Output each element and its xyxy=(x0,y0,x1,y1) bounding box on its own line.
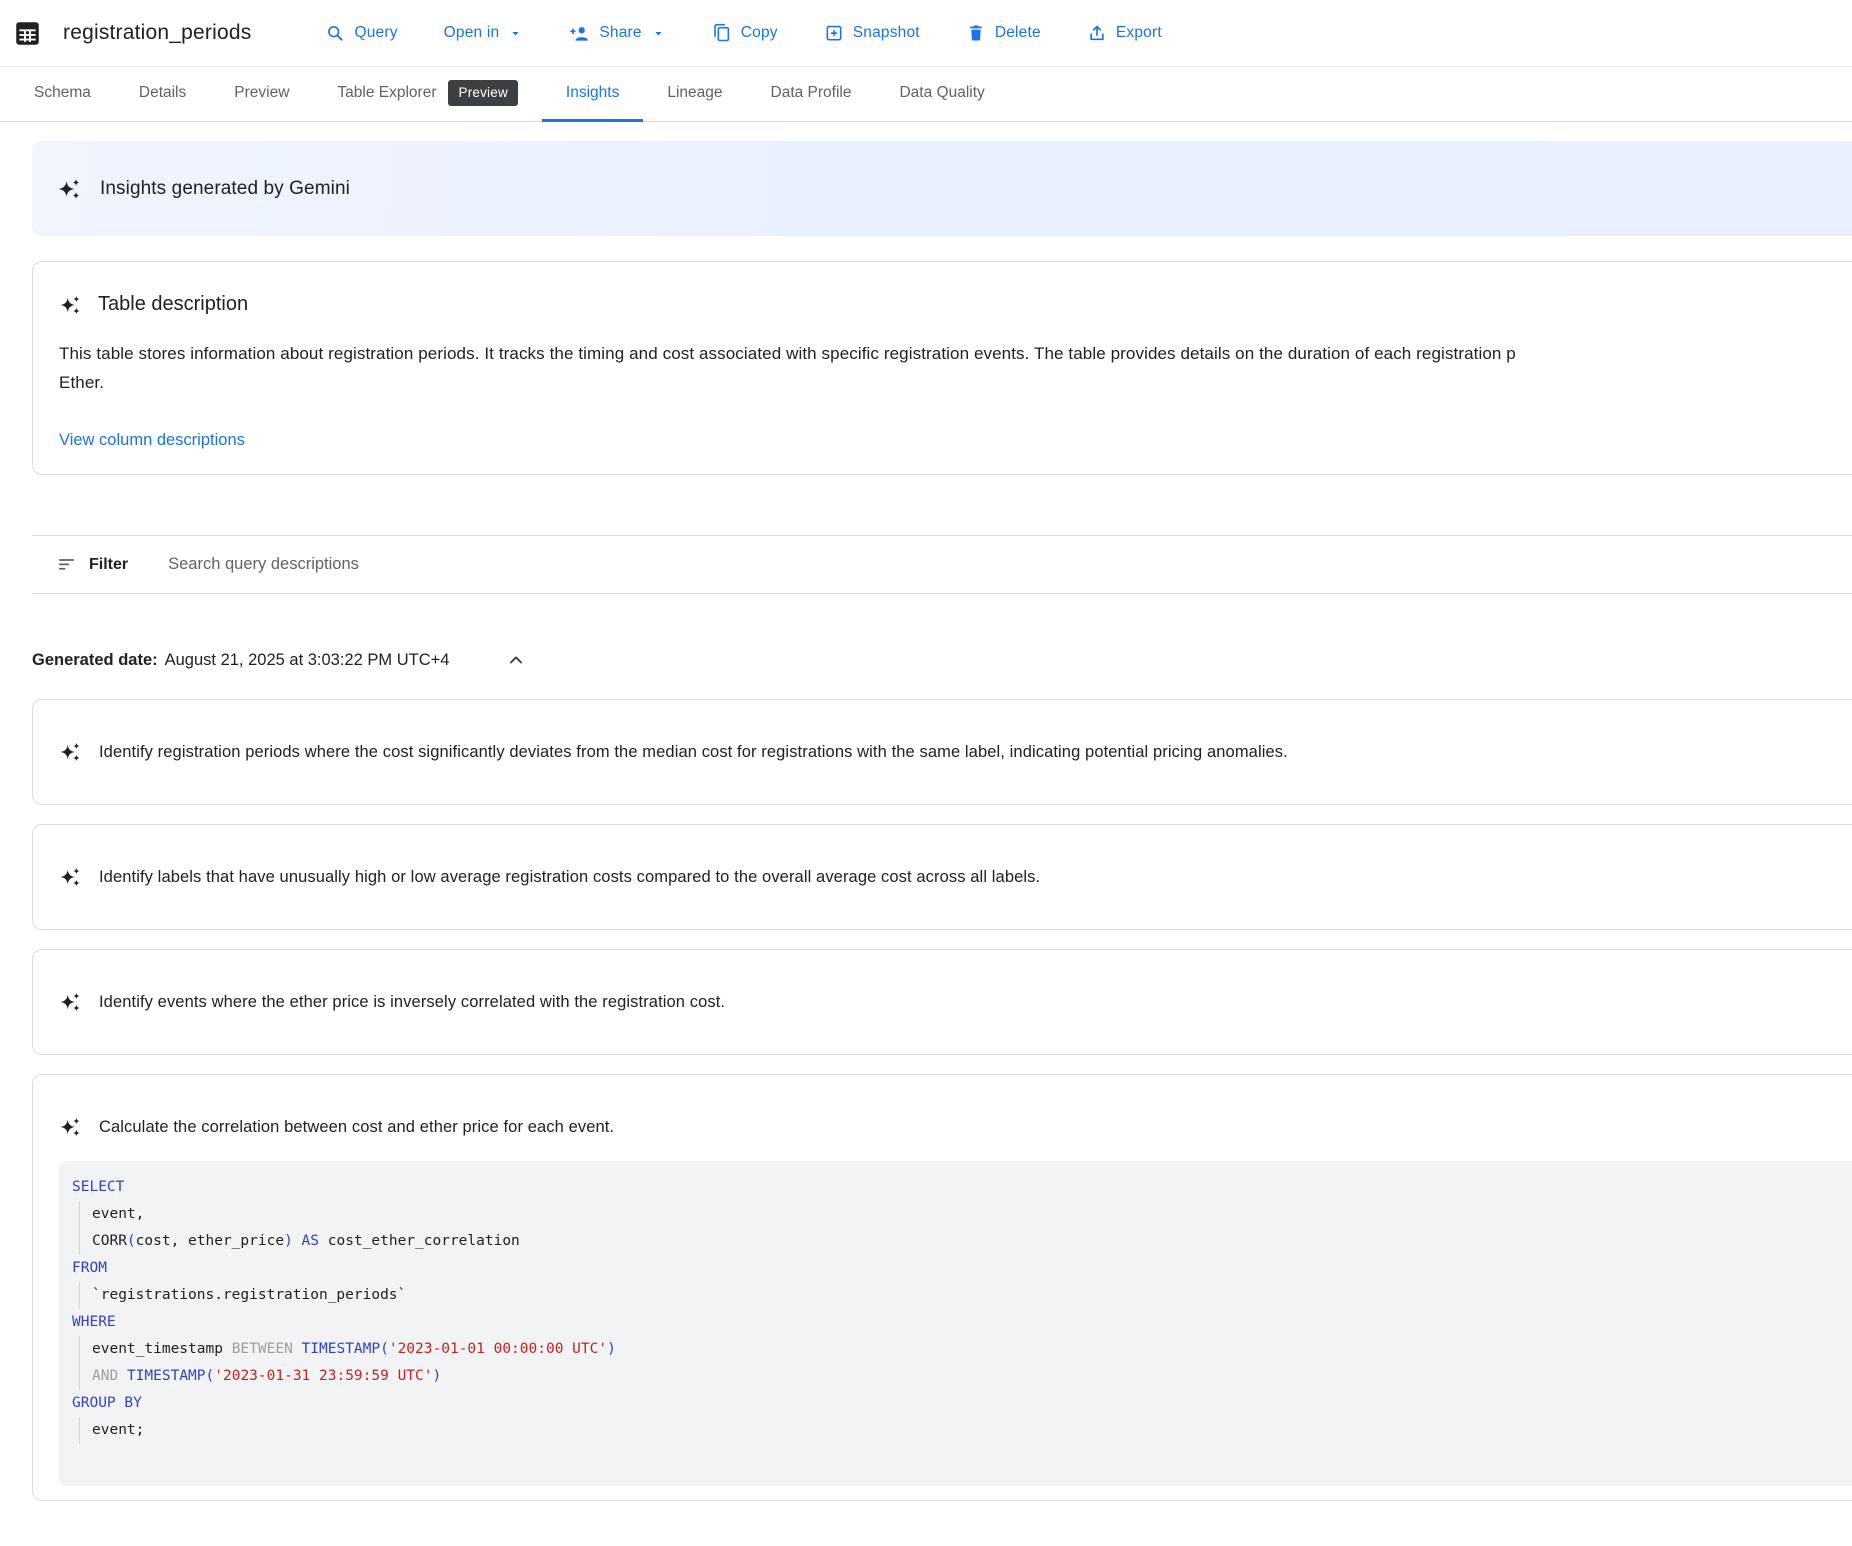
gemini-spark-icon xyxy=(59,294,81,316)
bigquery-table-insights-page: registration_periods Query Open in Share… xyxy=(0,0,1852,1501)
toolbar: Query Open in Share Copy Snapshot De xyxy=(325,23,1161,44)
view-column-descriptions-link[interactable]: View column descriptions xyxy=(59,431,245,450)
sql-line: event; xyxy=(79,1417,1852,1444)
insight-text: Identify labels that have unusually high… xyxy=(99,868,1040,887)
insight-text: Identify events where the ether price is… xyxy=(99,993,725,1012)
table-icon xyxy=(14,20,41,47)
insight-card[interactable]: Identify registration periods where the … xyxy=(32,699,1852,805)
sql-line: GROUP BY xyxy=(72,1390,1852,1417)
insight-text: Calculate the correlation between cost a… xyxy=(99,1118,614,1137)
table-description-title: Table description xyxy=(98,293,248,316)
sql-line: SELECT xyxy=(72,1174,1852,1201)
sql-line: `registrations.registration_periods` xyxy=(79,1282,1852,1309)
collapse-section-button[interactable] xyxy=(496,640,536,680)
snapshot-icon xyxy=(824,23,844,43)
description-text-line1: This table stores information about regi… xyxy=(59,339,1852,368)
table-description-card: Table description This table stores info… xyxy=(32,261,1852,475)
caret-down-icon xyxy=(508,26,523,41)
export-icon xyxy=(1087,23,1107,43)
gemini-spark-icon xyxy=(57,177,81,201)
sql-line: FROM xyxy=(72,1255,1852,1282)
search-query-descriptions-input[interactable] xyxy=(168,555,628,574)
tab-preview[interactable]: Preview xyxy=(210,67,313,122)
copy-icon xyxy=(712,23,732,43)
gemini-spark-icon xyxy=(59,991,81,1013)
generated-date-value: August 21, 2025 at 3:03:22 PM UTC+4 xyxy=(165,651,450,670)
share-button[interactable]: Share xyxy=(569,23,665,44)
sql-line: AND TIMESTAMP('2023-01-31 23:59:59 UTC') xyxy=(79,1363,1852,1390)
page-title: registration_periods xyxy=(63,21,251,45)
gemini-spark-icon xyxy=(59,1116,81,1138)
person-add-icon xyxy=(569,23,590,44)
filter-label: Filter xyxy=(89,556,128,574)
table-description-body: This table stores information about regi… xyxy=(59,339,1852,397)
delete-button[interactable]: Delete xyxy=(966,23,1041,43)
tab-schema[interactable]: Schema xyxy=(10,67,115,122)
gemini-insights-banner: Insights generated by Gemini xyxy=(32,141,1852,236)
tab-details[interactable]: Details xyxy=(115,67,210,122)
table-description-header: Table description xyxy=(59,293,1852,316)
tab-table-explorer[interactable]: Table Explorer Preview xyxy=(313,67,542,122)
description-text-line2: Ether. xyxy=(59,368,1852,397)
chevron-up-icon xyxy=(505,649,527,671)
insight-text: Identify registration periods where the … xyxy=(99,743,1288,762)
filter-bar: Filter xyxy=(32,535,1852,594)
sql-line: CORR(cost, ether_price) AS cost_ether_co… xyxy=(79,1228,1852,1255)
open-in-button[interactable]: Open in xyxy=(444,24,524,42)
filter-icon xyxy=(57,555,76,574)
tab-data-profile[interactable]: Data Profile xyxy=(747,67,876,122)
generated-date-row: Generated date: August 21, 2025 at 3:03:… xyxy=(32,640,1852,680)
tab-bar: Schema Details Preview Table Explorer Pr… xyxy=(0,67,1852,122)
tab-data-quality[interactable]: Data Quality xyxy=(875,67,1008,122)
generated-date-label: Generated date: xyxy=(32,651,158,670)
banner-title: Insights generated by Gemini xyxy=(100,178,350,200)
tab-insights[interactable]: Insights xyxy=(542,67,643,122)
sql-code-block: SELECT event, CORR(cost, ether_price) AS… xyxy=(59,1161,1852,1486)
tab-lineage[interactable]: Lineage xyxy=(643,67,746,122)
export-button[interactable]: Export xyxy=(1087,23,1162,43)
insight-card-expanded[interactable]: Calculate the correlation between cost a… xyxy=(32,1074,1852,1501)
insight-card[interactable]: Identify labels that have unusually high… xyxy=(32,824,1852,930)
query-button[interactable]: Query xyxy=(325,23,397,43)
table-header: registration_periods Query Open in Share… xyxy=(0,0,1852,67)
search-icon xyxy=(325,23,345,43)
gemini-spark-icon xyxy=(59,866,81,888)
trash-icon xyxy=(966,23,986,43)
preview-badge: Preview xyxy=(448,80,517,106)
insight-header: Calculate the correlation between cost a… xyxy=(59,1116,1852,1138)
copy-button[interactable]: Copy xyxy=(712,23,778,43)
gemini-spark-icon xyxy=(59,741,81,763)
insight-card[interactable]: Identify events where the ether price is… xyxy=(32,949,1852,1055)
sql-line: WHERE xyxy=(72,1309,1852,1336)
snapshot-button[interactable]: Snapshot xyxy=(824,23,920,43)
sql-line: event_timestamp BETWEEN TIMESTAMP('2023-… xyxy=(79,1336,1852,1363)
caret-down-icon xyxy=(651,26,666,41)
sql-line: event, xyxy=(79,1201,1852,1228)
